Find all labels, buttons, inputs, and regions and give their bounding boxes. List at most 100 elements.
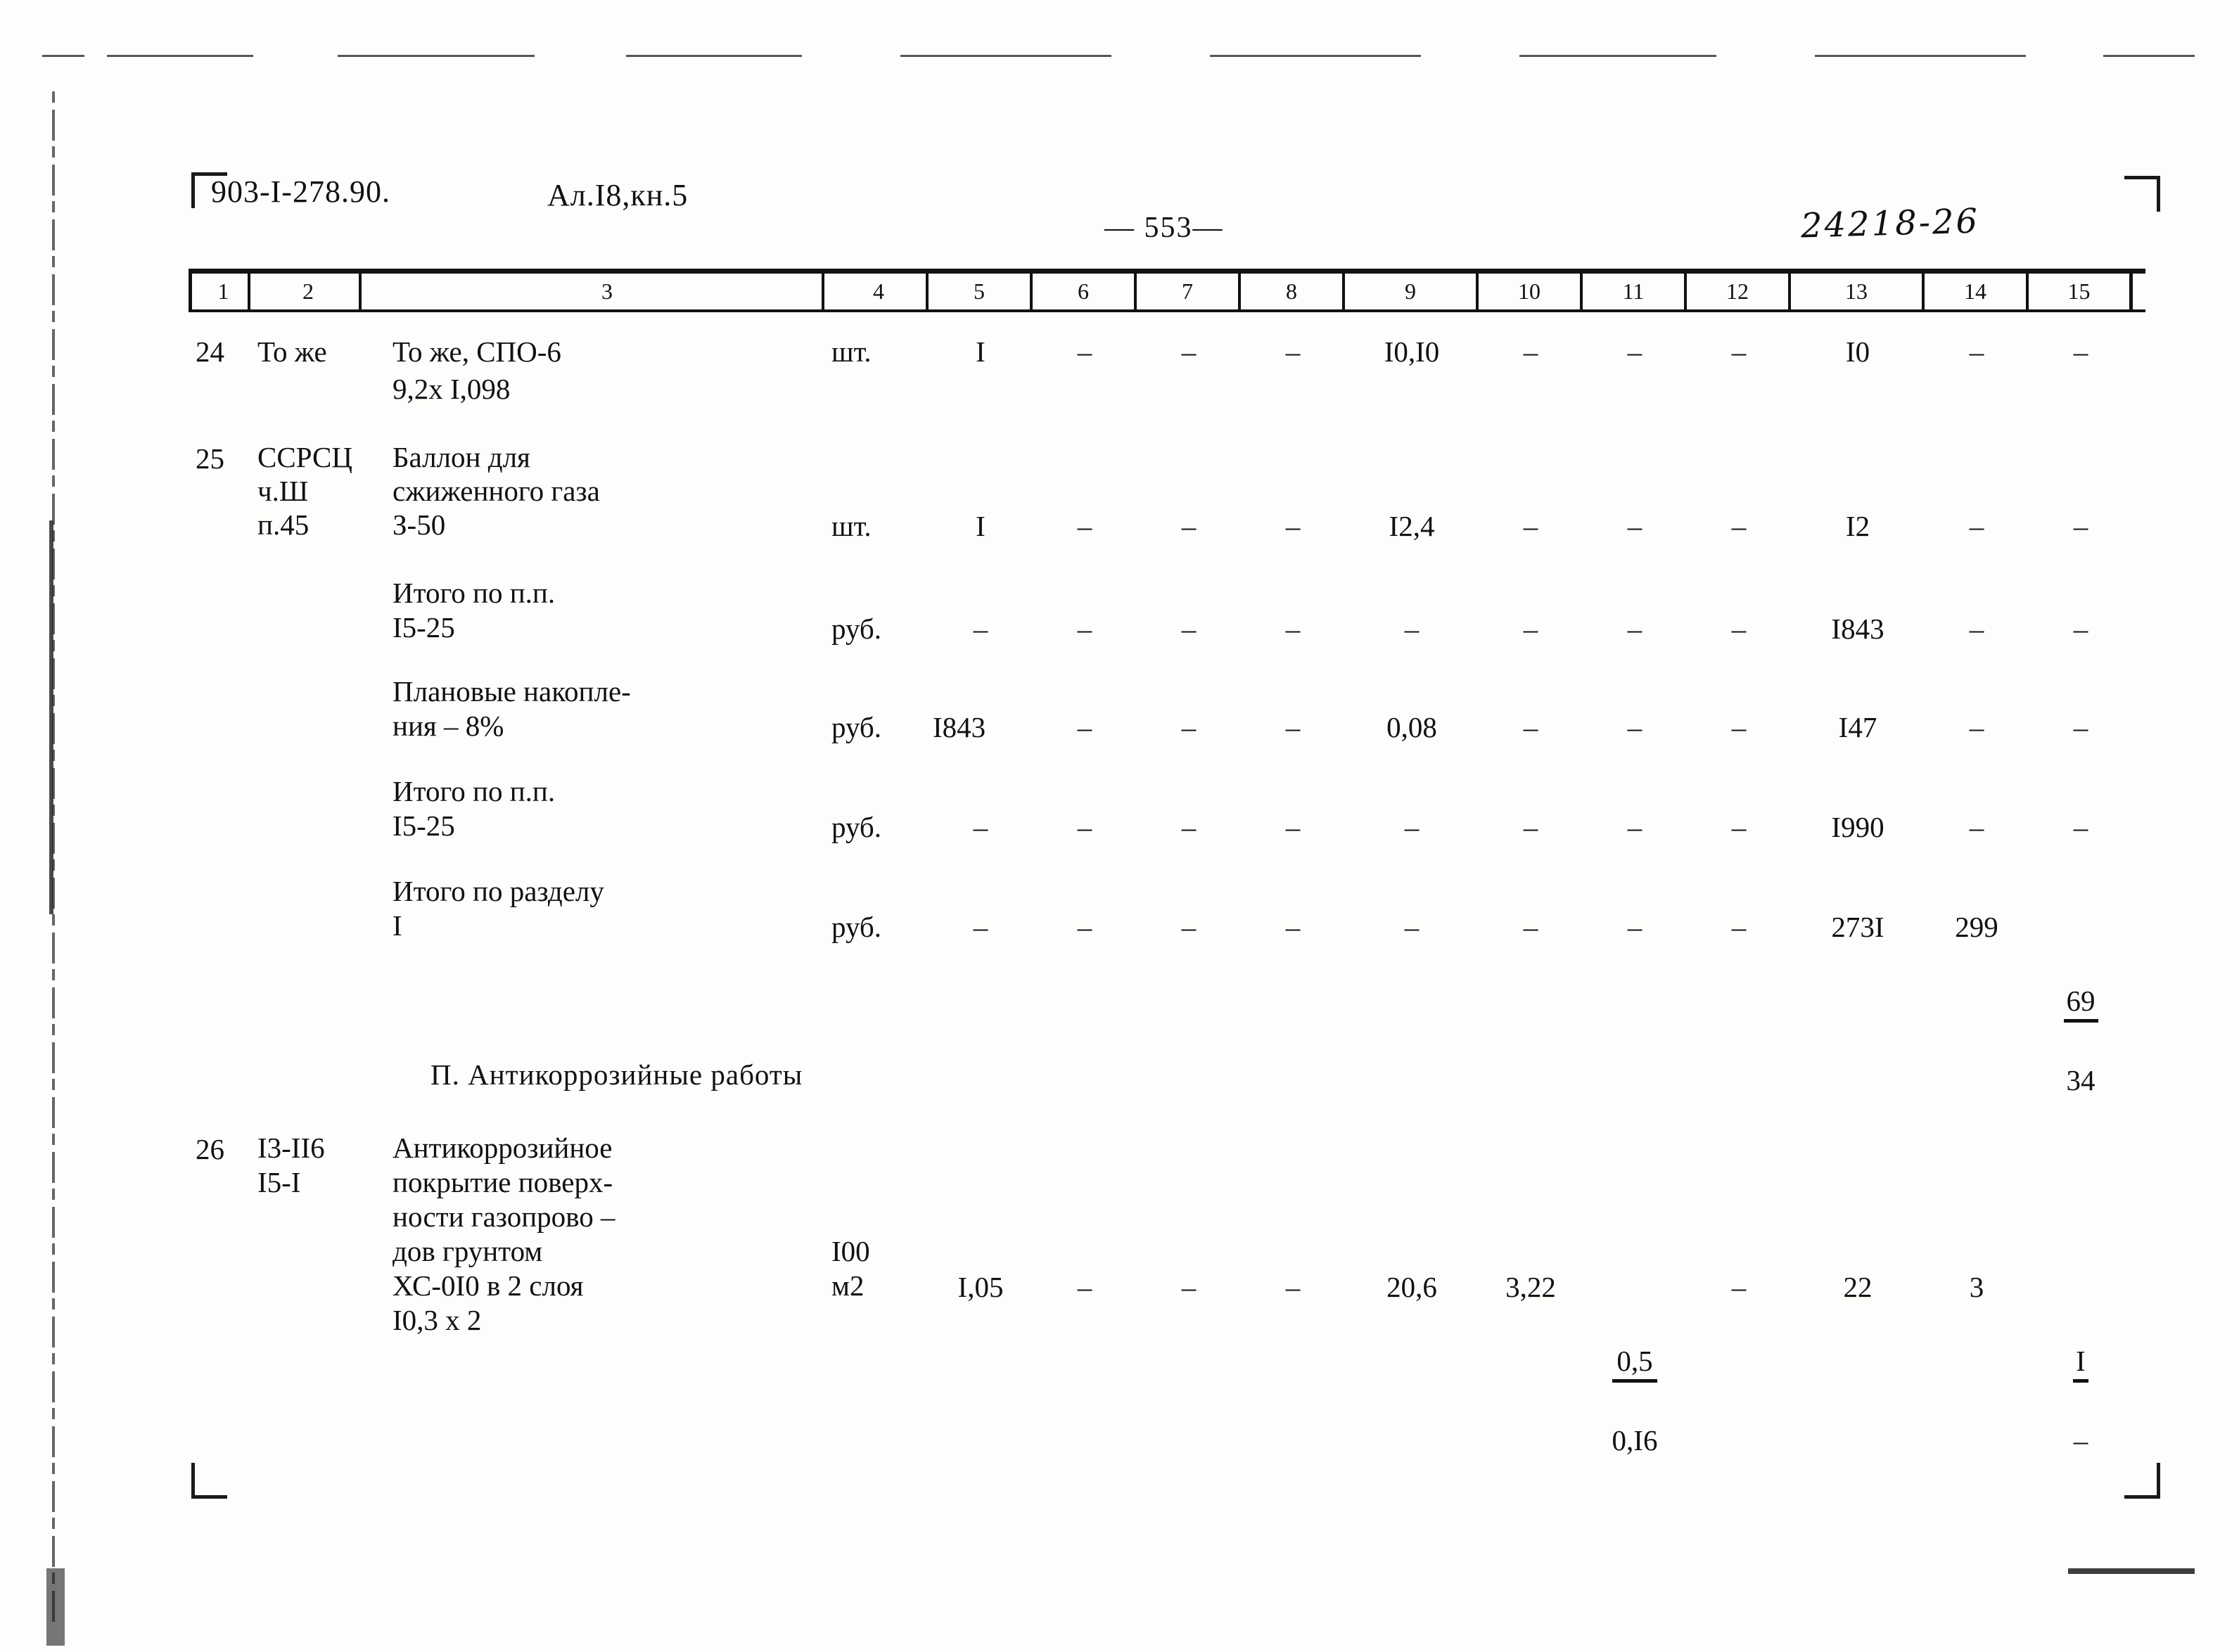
crop-mark-top-right [2124, 176, 2160, 212]
cell-position-no: 25 [196, 442, 224, 475]
cell-col10: – [1523, 335, 1538, 368]
cell-description: Итого по п.п. I5-25 [393, 775, 556, 842]
cell-col9: I0,I0 [1384, 335, 1440, 368]
cell-col12: – [1731, 510, 1747, 542]
cell-col13: 273I [1831, 911, 1884, 943]
cell-col12: – [1731, 811, 1747, 843]
cell-description: Антикоррозийное покрытие поверх- ности г… [393, 1132, 615, 1336]
cell-col15: – [2073, 335, 2088, 368]
column-header-12: 12 [1687, 274, 1791, 309]
column-header-9: 9 [1345, 274, 1479, 309]
column-header-13: 13 [1791, 274, 1925, 309]
cell-col6: – [1077, 510, 1092, 542]
cell-col7: – [1181, 811, 1197, 843]
cell-col13: I2 [1845, 510, 1870, 542]
scan-artifact-top-edge [42, 55, 2195, 57]
cell-col8: – [1285, 1271, 1301, 1303]
cell-col8: – [1285, 510, 1301, 542]
cell-col7: – [1181, 1271, 1197, 1303]
cell-col15-fraction: I – [2029, 1131, 2133, 1496]
album-reference: Ал.I8,кн.5 [547, 178, 689, 212]
cell-col12: – [1731, 613, 1747, 645]
cell-col6: – [1077, 911, 1092, 943]
column-header-3: 3 [362, 274, 824, 309]
cell-unit: шт. [831, 335, 872, 368]
column-header-6: 6 [1033, 274, 1137, 309]
cell-col7: – [1181, 335, 1197, 368]
cell-description: То же, СПО-6 9,2х I,098 [393, 335, 561, 405]
cell-unit: руб. [831, 811, 882, 843]
cell-col11: – [1627, 711, 1642, 743]
cell-col14: – [1969, 711, 1984, 743]
cell-col14: – [1969, 510, 1984, 542]
scan-artifact-blot-bottom-right [2068, 1568, 2195, 1574]
cell-qty: – [973, 613, 988, 645]
cell-description: Итого по п.п. I5-25 [393, 577, 556, 643]
cell-col11: – [1627, 510, 1642, 542]
cell-col10: – [1523, 613, 1538, 645]
column-header-8: 8 [1241, 274, 1345, 309]
cell-col11: – [1627, 335, 1642, 368]
cell-col8: – [1285, 711, 1301, 743]
cell-col14: – [1969, 613, 1984, 645]
cell-col14: – [1969, 811, 1984, 843]
cell-col13: I0 [1845, 335, 1870, 368]
cell-unit: шт. [831, 510, 872, 542]
cell-col9: – [1404, 613, 1420, 645]
cell-col14: 3 [1969, 1271, 1984, 1303]
column-header-15: 15 [2029, 274, 2133, 309]
fraction-value: 0,5 0,I6 [1612, 1306, 1658, 1495]
cell-col12: – [1731, 911, 1747, 943]
fraction-denominator: 34 [2066, 1064, 2096, 1096]
fraction-value: I – [2073, 1306, 2088, 1495]
column-header-4: 4 [824, 274, 929, 309]
column-header-1: 1 [189, 274, 250, 309]
cell-qty: I [976, 335, 985, 368]
archive-number: 24218-26 [1800, 201, 1980, 246]
cell-position-no: 26 [196, 1133, 224, 1165]
cell-col11-fraction: 0,5 0,I6 [1583, 1131, 1687, 1496]
cell-col13: I843 [1831, 613, 1884, 645]
cell-col10: 3,22 [1505, 1271, 1556, 1303]
cell-norm-code: ССРСЦ ч.Ш п.45 [257, 441, 352, 541]
cell-position-no: 24 [196, 335, 224, 368]
cell-col9: I2,4 [1389, 510, 1435, 542]
estimate-table-row-26-wrapper: 26 I3-II6 I5-I Антикоррозийное покрытие … [189, 1131, 2145, 1496]
fraction-denominator: 0,I6 [1612, 1424, 1658, 1456]
table-row: 24 То же То же, СПО-6 9,2х I,098 шт. I –… [189, 333, 2145, 408]
column-header-2: 2 [250, 274, 362, 309]
cell-col9: 20,6 [1386, 1271, 1437, 1303]
cell-col13: 22 [1843, 1271, 1873, 1303]
cell-qty: – [973, 811, 988, 843]
cell-col15: – [2073, 811, 2088, 843]
cell-qty: I [976, 510, 985, 542]
scan-artifact-left-edge-dense [49, 520, 53, 914]
document-code: 903-I-278.90. [211, 174, 390, 209]
cell-col11: – [1627, 613, 1642, 645]
table-column-header-row: 1 2 3 4 5 6 7 8 9 10 11 12 13 14 15 [189, 269, 2145, 312]
cell-col10: – [1523, 510, 1538, 542]
cell-unit: руб. [831, 911, 882, 943]
cell-col12: – [1731, 1271, 1747, 1303]
cell-col10: – [1523, 911, 1538, 943]
cell-col10: – [1523, 711, 1538, 743]
table-row: 26 I3-II6 I5-I Антикоррозийное покрытие … [189, 1131, 2145, 1496]
table-row: 25 ССРСЦ ч.Ш п.45 Баллон для сжиженного … [189, 440, 2145, 545]
column-header-5: 5 [929, 274, 1033, 309]
column-header-11: 11 [1583, 274, 1687, 309]
cell-col11: – [1627, 911, 1642, 943]
fraction-value: 69 34 [2063, 946, 2098, 1135]
cell-qty: I843 [933, 711, 986, 743]
cell-norm-code: То же [257, 335, 327, 368]
cell-col7: – [1181, 711, 1197, 743]
cell-col15: – [2073, 711, 2088, 743]
cell-col6: – [1077, 335, 1092, 368]
cell-qty: I,05 [957, 1271, 1004, 1303]
column-header-10: 10 [1479, 274, 1583, 309]
table-row: Плановые накопле- ния – 8% руб. I843 – –… [189, 674, 2145, 746]
cell-col7: – [1181, 911, 1197, 943]
scanned-document-page: 903-I-278.90. Ал.I8,кн.5 — 553— 24218-26… [0, 0, 2239, 1652]
cell-col8: – [1285, 613, 1301, 645]
cell-col9: – [1404, 811, 1420, 843]
cell-col11: – [1627, 811, 1642, 843]
